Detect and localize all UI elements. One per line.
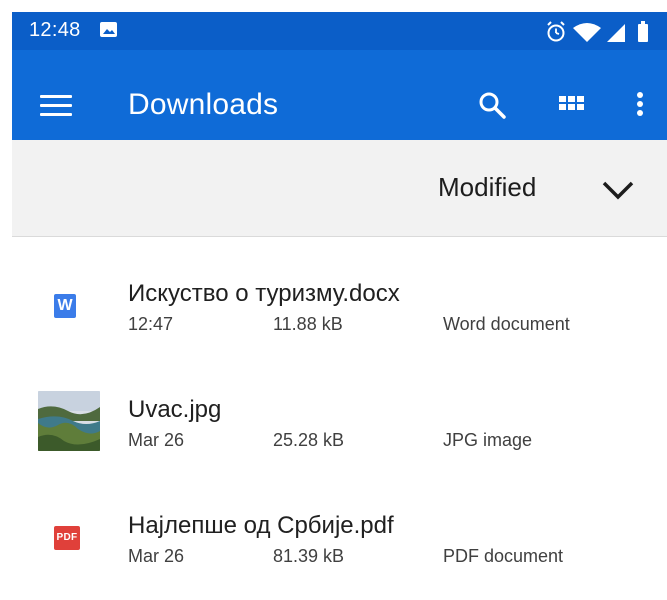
file-name: Uvac.jpg (128, 396, 222, 423)
file-name: Искуство о туризму.docx (128, 280, 400, 307)
file-date: Mar 26 (128, 546, 185, 566)
battery-icon (638, 21, 648, 42)
list-item[interactable]: W Искуство о туризму.docx 12:47 11.88 kB… (12, 237, 667, 353)
alarm-icon (547, 21, 565, 42)
file-name: Најлепше од Србије.pdf (128, 512, 394, 539)
pdf-document-icon: PDF (54, 526, 80, 550)
file-size: 25.28 kB (273, 430, 345, 450)
status-icons (545, 20, 657, 42)
file-type: PDF document (443, 546, 564, 566)
grid-view-icon[interactable] (556, 89, 590, 123)
word-document-icon: W (54, 294, 76, 318)
file-size: 81.39 kB (273, 546, 345, 566)
file-type: JPG image (443, 430, 533, 450)
file-date: 12:47 (128, 314, 174, 334)
menu-icon[interactable] (40, 94, 72, 118)
sort-bar: Modified (12, 140, 667, 237)
chevron-down-icon[interactable] (600, 180, 636, 202)
image-thumbnail (38, 391, 100, 451)
status-time: 12:48 (29, 19, 81, 41)
status-bar: 12:48 (12, 12, 667, 50)
app-bar: Downloads (12, 50, 667, 140)
file-type: Word document (443, 314, 570, 334)
search-icon[interactable] (476, 89, 510, 123)
sort-dropdown-label[interactable]: Modified (438, 172, 536, 203)
list-item[interactable]: Uvac.jpg Mar 26 25.28 kB JPG image (12, 353, 667, 469)
more-vert-icon[interactable] (624, 89, 658, 123)
file-date: Mar 26 (128, 430, 185, 450)
list-item[interactable]: PDF Најлепше од Србије.pdf Mar 26 81.39 … (12, 469, 667, 585)
device-screen: 12:48 Downloads Modified W Искуство о ту… (12, 12, 667, 600)
signal-icon (607, 24, 625, 42)
wifi-icon (573, 23, 601, 42)
file-size: 11.88 kB (273, 314, 343, 334)
page-title: Downloads (128, 88, 279, 121)
photo-icon (100, 22, 117, 37)
